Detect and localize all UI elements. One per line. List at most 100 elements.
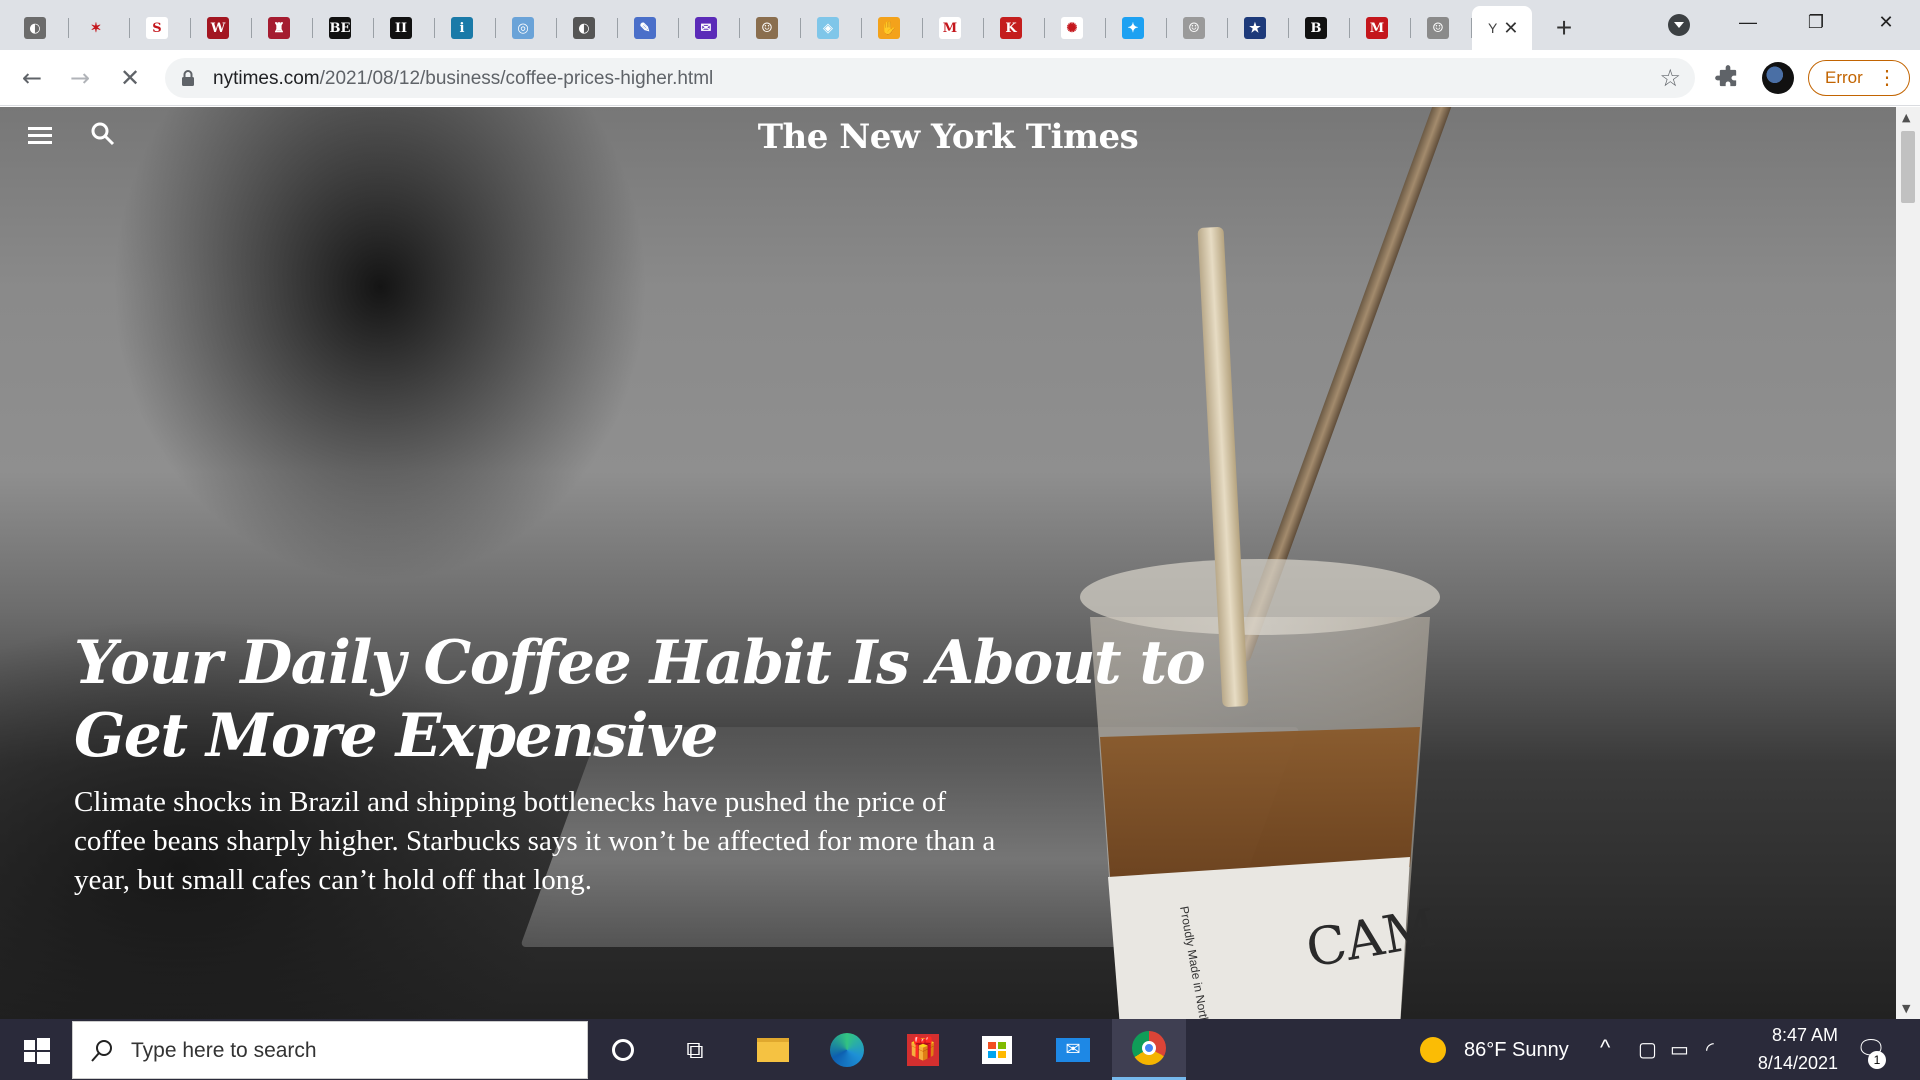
browser-tab[interactable]: M [1350,6,1411,50]
battery-icon[interactable]: ▭ [1670,1037,1689,1062]
windows-start-icon[interactable] [12,1019,62,1080]
browser-tab[interactable]: II [374,6,435,50]
gift-app-icon[interactable]: 🎁 [900,1027,946,1073]
browser-tab[interactable]: ✎ [618,6,679,50]
chevron-up-icon[interactable]: ^ [1600,1035,1610,1061]
chat-icon: ✎ [634,17,656,39]
arrow-left-icon: ← [21,64,43,92]
browser-tab[interactable]: ◎ [496,6,557,50]
star-flag-icon: ★ [1244,17,1266,39]
article-summary: Climate shocks in Brazil and shipping bo… [74,786,996,896]
nyt-masthead-logo[interactable]: The New York Times [0,117,1896,157]
scroll-up-icon[interactable]: ▲ [1902,111,1910,124]
tab-title: Y [1488,20,1498,36]
browser-tab[interactable]: ✶ [69,6,130,50]
browser-tab[interactable]: ✋ [862,6,923,50]
forward-button[interactable]: → [62,60,98,96]
b-icon: B [1305,17,1327,39]
clock-date[interactable]: 8/14/2021 [1744,1053,1838,1074]
tab-search-icon[interactable] [1668,14,1690,36]
device-icon[interactable]: ▢ [1638,1037,1657,1062]
globe-icon: ◐ [24,17,46,39]
browser-tab[interactable]: ✉ [679,6,740,50]
gmail-icon: M [939,17,961,39]
shield-icon: ◈ [817,17,839,39]
browser-tab[interactable]: i [435,6,496,50]
address-bar[interactable]: nytimes.com/2021/08/12/business/coffee-p… [165,58,1695,98]
scrollbar-thumb[interactable] [1901,131,1915,203]
weather-text[interactable]: 86°F Sunny [1464,1039,1569,1062]
browser-tab[interactable]: ☺ [1167,6,1228,50]
browser-tab[interactable]: ☺ [1411,6,1472,50]
close-window-button[interactable]: ✕ [1852,0,1920,44]
tab-active-nytimes[interactable]: Y ✕ [1472,6,1532,50]
m-icon: M [1366,17,1388,39]
person-photo-icon: ☺ [756,17,778,39]
url-domain: nytimes.com [213,68,320,89]
browser-toolbar: ← → ✕ nytimes.com/2021/08/12/business/co… [0,50,1920,106]
sun-weather-icon[interactable] [1420,1037,1446,1063]
browser-tab[interactable]: ☺ [740,6,801,50]
invest-icon: i [451,17,473,39]
browser-tab[interactable]: ♜ [252,6,313,50]
browser-tab[interactable]: ★ [1228,6,1289,50]
nbc-peacock-icon: ✺ [1061,17,1083,39]
search-placeholder: Type here to search [131,1039,317,1062]
more-vert-icon: ⋮ [1877,67,1897,89]
browser-tab[interactable]: ◐ [8,6,69,50]
extensions-puzzle-icon[interactable] [1714,64,1742,92]
taskbar-search-box[interactable]: Type here to search [72,1021,588,1079]
browser-tab[interactable]: W [191,6,252,50]
task-view-icon[interactable]: ⧉ [672,1027,718,1073]
back-button[interactable]: ← [14,60,50,96]
edge-icon[interactable] [824,1027,870,1073]
browser-tab[interactable]: K [984,6,1045,50]
lock-icon [182,70,194,86]
tab-list: ◐ ✶ S W ♜ BE II i ◎ ◐ ✎ ✉ ☺ ◈ ✋ M K ✺ ✦ ☺ ★ B M ☺ Y ✕ [8,6,1532,50]
un-icon: ◎ [512,17,534,39]
chrome-icon[interactable] [1112,1019,1186,1080]
scroll-down-icon[interactable]: ▼ [1902,1002,1910,1015]
mail-icon[interactable]: ✉ [1050,1027,1096,1073]
wifi-icon[interactable]: ◜ [1706,1037,1714,1062]
be-icon: BE [329,17,351,39]
error-label: Error [1825,68,1863,87]
close-icon: ✕ [119,64,141,92]
minimize-button[interactable]: — [1714,0,1782,44]
person-photo-icon: ☺ [1427,17,1449,39]
w-icon: W [207,17,229,39]
profile-avatar[interactable] [1762,62,1794,94]
search-icon [91,1040,112,1062]
notification-count-badge: 1 [1868,1051,1886,1069]
page-scrollbar[interactable]: ▲ ▼ [1896,107,1920,1019]
browser-tab[interactable]: BE [313,6,374,50]
browser-tab[interactable]: ✺ [1045,6,1106,50]
ii-icon: II [390,17,412,39]
windows-taskbar: Type here to search ⧉ 🎁 ✉ 86°F Sunny ^ ▢… [0,1019,1920,1080]
new-tab-button[interactable]: + [1546,10,1582,46]
bookmark-star-icon[interactable]: ☆ [1659,64,1681,92]
clock-time[interactable]: 8:47 AM [1746,1025,1838,1046]
browser-tab[interactable]: ✦ [1106,6,1167,50]
browser-tab[interactable]: ◐ [557,6,618,50]
stop-loading-button[interactable]: ✕ [112,60,148,96]
harvard-shield-icon: ♜ [268,17,290,39]
browser-tab[interactable]: B [1289,6,1350,50]
cortana-icon[interactable] [600,1027,646,1073]
arrow-right-icon: → [69,64,91,92]
sydney-icon: S [146,17,168,39]
file-explorer-icon[interactable] [750,1027,796,1073]
hand-icon: ✋ [878,17,900,39]
browser-tab[interactable]: M [923,6,984,50]
mail-icon: ✉ [695,17,717,39]
restore-button[interactable]: ❐ [1782,0,1850,44]
url-text[interactable]: nytimes.com/2021/08/12/business/coffee-p… [213,68,713,90]
browser-tab[interactable]: ◈ [801,6,862,50]
globe-icon: ◐ [573,17,595,39]
article-hero: Proudly Made in North America CAM The Ne… [0,107,1896,1019]
stars-icon: ✶ [85,17,107,39]
close-tab-icon[interactable]: ✕ [1503,18,1518,39]
browser-tab[interactable]: S [130,6,191,50]
microsoft-store-icon[interactable] [974,1027,1020,1073]
error-button[interactable]: Error ⋮ [1808,60,1910,96]
